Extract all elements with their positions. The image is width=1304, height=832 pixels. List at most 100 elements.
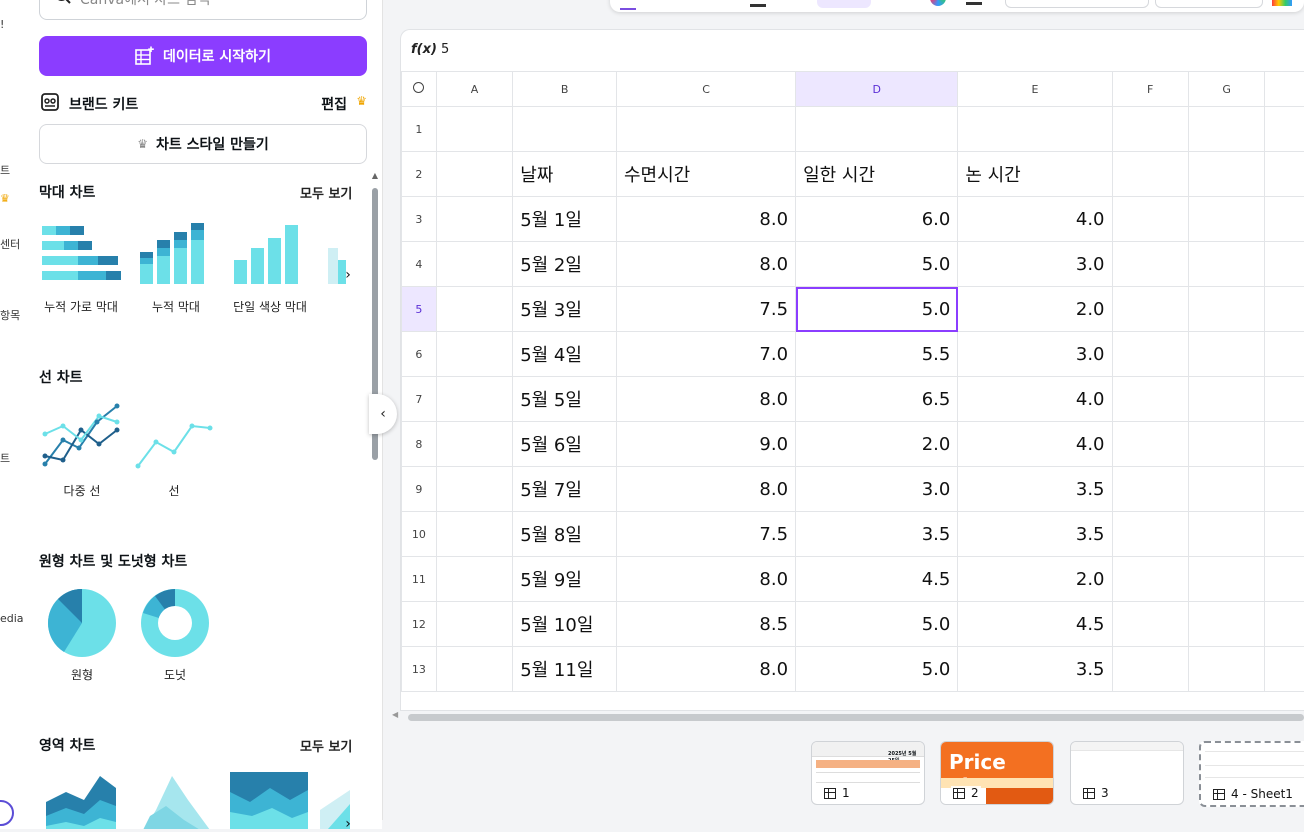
cell[interactable] [1188, 242, 1264, 287]
play-cell[interactable]: 3.0 [958, 332, 1112, 377]
cell[interactable] [1112, 107, 1188, 152]
cell[interactable] [1265, 287, 1304, 332]
cell[interactable] [1188, 197, 1264, 242]
sleep-cell[interactable]: 7.5 [617, 512, 796, 557]
rail-label[interactable]: 센터 [0, 236, 20, 252]
cell[interactable] [617, 107, 796, 152]
cell[interactable] [958, 107, 1112, 152]
work-cell[interactable]: 5.5 [796, 332, 958, 377]
cell[interactable] [1112, 287, 1188, 332]
cell[interactable] [1112, 647, 1188, 692]
header-cell-sleep[interactable]: 수면시간 [617, 152, 796, 197]
area-thumb-2[interactable] [136, 770, 212, 829]
cell[interactable] [1265, 377, 1304, 422]
play-cell[interactable]: 2.0 [958, 557, 1112, 602]
cell[interactable] [1265, 332, 1304, 377]
work-cell[interactable]: 5.0 [796, 602, 958, 647]
sleep-cell[interactable]: 8.0 [617, 557, 796, 602]
cell[interactable] [1188, 152, 1264, 197]
cell[interactable] [436, 602, 512, 647]
cell[interactable] [1265, 602, 1304, 647]
cell[interactable] [1112, 377, 1188, 422]
column-header[interactable]: A [436, 72, 512, 107]
sleep-cell[interactable]: 8.0 [617, 242, 796, 287]
row-header[interactable]: 4 [402, 242, 437, 287]
page-thumb-2[interactable]: Price List 2 [940, 741, 1054, 805]
rail-label[interactable]: 항목 [0, 307, 20, 323]
date-cell[interactable]: 5월 6일 [513, 422, 617, 467]
column-header[interactable] [1265, 72, 1304, 107]
column-header[interactable]: C [617, 72, 796, 107]
toolbar-icon[interactable] [620, 2, 636, 10]
rail-label[interactable]: 트 [0, 162, 10, 178]
area-thumb-3[interactable] [230, 772, 308, 829]
row-header[interactable]: 11 [402, 557, 437, 602]
header-cell-date[interactable]: 날짜 [513, 152, 617, 197]
select-all-corner[interactable] [402, 72, 437, 107]
cell[interactable] [1265, 467, 1304, 512]
row-header[interactable]: 10 [402, 512, 437, 557]
brand-kit-edit-link[interactable]: 편집 [321, 94, 347, 114]
row-header[interactable]: 13 [402, 647, 437, 692]
cell[interactable] [1112, 422, 1188, 467]
row-header-selected[interactable]: 5 [402, 287, 437, 332]
cell[interactable] [436, 557, 512, 602]
cell[interactable] [1265, 647, 1304, 692]
toolbar-active-tab[interactable] [817, 0, 871, 8]
scrollbar-thumb[interactable] [408, 714, 1304, 721]
cell[interactable] [1112, 242, 1188, 287]
header-cell-work[interactable]: 일한 시간 [796, 152, 958, 197]
chevron-right-icon[interactable]: › [339, 816, 357, 832]
cell[interactable] [1112, 512, 1188, 557]
sleep-cell[interactable]: 7.5 [617, 287, 796, 332]
toolbar-dropdown[interactable] [1155, 0, 1263, 8]
play-cell[interactable]: 3.5 [958, 467, 1112, 512]
work-cell[interactable]: 5.0 [796, 242, 958, 287]
cell[interactable] [436, 647, 512, 692]
cell[interactable] [436, 467, 512, 512]
sleep-cell[interactable]: 8.5 [617, 602, 796, 647]
cell[interactable] [1188, 107, 1264, 152]
cell[interactable] [1265, 152, 1304, 197]
row-header[interactable]: 12 [402, 602, 437, 647]
work-cell[interactable]: 6.0 [796, 197, 958, 242]
cell[interactable] [1112, 197, 1188, 242]
play-cell[interactable]: 3.0 [958, 242, 1112, 287]
work-cell[interactable]: 6.5 [796, 377, 958, 422]
stacked-bar-thumb[interactable] [136, 218, 216, 286]
cell[interactable] [436, 197, 512, 242]
column-header[interactable]: E [958, 72, 1112, 107]
rail-label[interactable]: edia [0, 612, 24, 625]
cell[interactable] [1112, 602, 1188, 647]
sheet-horizontal-scrollbar[interactable]: ◀ [400, 712, 1304, 722]
cell[interactable] [1188, 647, 1264, 692]
column-header[interactable]: F [1112, 72, 1188, 107]
sleep-cell[interactable]: 8.0 [617, 197, 796, 242]
search-input[interactable]: Canva에서 차트 검색 [39, 0, 367, 20]
cell[interactable] [1265, 512, 1304, 557]
color-icon[interactable] [1272, 0, 1292, 6]
start-with-data-button[interactable]: 데이터로 시작하기 [39, 36, 367, 76]
cell[interactable] [436, 377, 512, 422]
area-thumb-1[interactable] [44, 770, 120, 829]
play-cell[interactable]: 3.5 [958, 512, 1112, 557]
cell[interactable] [796, 107, 958, 152]
row-header[interactable]: 3 [402, 197, 437, 242]
cell[interactable] [436, 152, 512, 197]
play-cell[interactable]: 4.0 [958, 422, 1112, 467]
avatar[interactable] [0, 800, 14, 826]
work-cell[interactable]: 3.0 [796, 467, 958, 512]
bar-chart-see-all-link[interactable]: 모두 보기 [300, 183, 352, 202]
sleep-cell[interactable]: 8.0 [617, 377, 796, 422]
date-cell[interactable]: 5월 4일 [513, 332, 617, 377]
cell[interactable] [1112, 557, 1188, 602]
cell[interactable] [1188, 512, 1264, 557]
date-cell[interactable]: 5월 5일 [513, 377, 617, 422]
cell[interactable] [436, 287, 512, 332]
row-header[interactable]: 8 [402, 422, 437, 467]
sleep-cell[interactable]: 8.0 [617, 647, 796, 692]
create-chart-style-button[interactable]: ♛ 차트 스타일 만들기 [39, 124, 367, 164]
cell[interactable] [1188, 422, 1264, 467]
cell[interactable] [513, 107, 617, 152]
date-cell[interactable]: 5월 10일 [513, 602, 617, 647]
